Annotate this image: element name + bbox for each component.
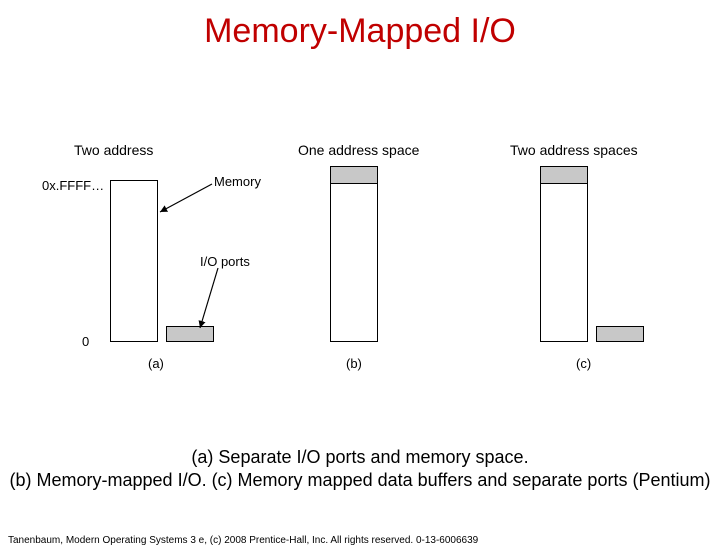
sub-label-c: (c)	[576, 356, 591, 371]
caption: (a) Separate I/O ports and memory space.…	[0, 446, 720, 493]
sub-label-b: (b)	[346, 356, 362, 371]
bar-c-main	[540, 180, 588, 342]
caption-line-a: (a) Separate I/O ports and memory space.	[0, 446, 720, 469]
bar-b-top-shade	[330, 166, 378, 184]
sub-label-a: (a)	[148, 356, 164, 371]
footer-text: Tanenbaum, Modern Operating Systems 3 e,…	[8, 535, 478, 546]
bar-b	[330, 180, 378, 342]
caption-line-bc: (b) Memory-mapped I/O. (c) Memory mapped…	[0, 469, 720, 492]
ioports-label: I/O ports	[200, 254, 250, 269]
slide-title: Memory-Mapped I/O	[0, 12, 720, 51]
figure-area: Two address One address space Two addres…	[50, 142, 670, 402]
bar-c-ioports	[596, 326, 644, 342]
bar-c-top-shade	[540, 166, 588, 184]
